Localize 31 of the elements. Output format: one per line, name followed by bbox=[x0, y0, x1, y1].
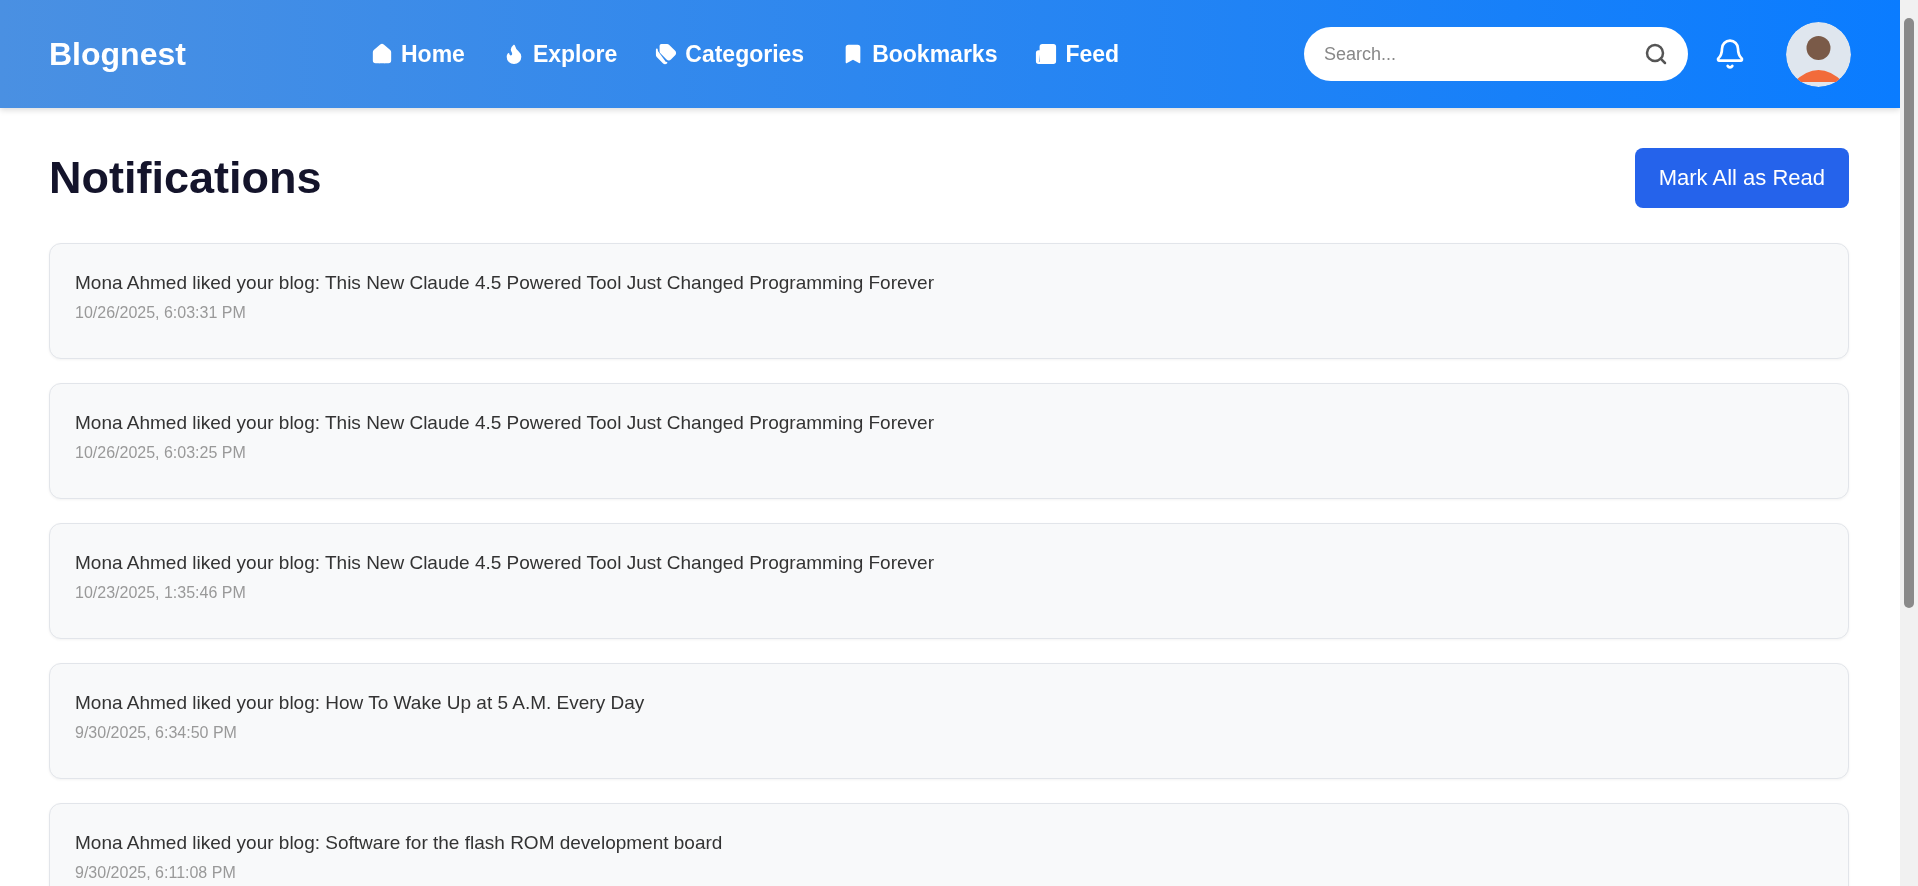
notification-card[interactable]: Mona Ahmed liked your blog: This New Claude 4.5 Powered Tool Just Changed Programming Forever 10/23/2025, 1:35:46 PM bbox=[49, 523, 1849, 639]
page-title: Notifications bbox=[49, 152, 322, 204]
notification-card[interactable]: Mona Ahmed liked your blog: This New Claude 4.5 Powered Tool Just Changed Programming Forever 10/26/2025, 6:03:25 PM bbox=[49, 383, 1849, 499]
notification-time: 9/30/2025, 6:34:50 PM bbox=[75, 724, 238, 742]
mark-all-read-button[interactable]: Mark All as Read bbox=[1634, 148, 1849, 208]
notification-card[interactable]: Mona Ahmed liked your blog: This New Claude 4.5 Powered Tool Just Changed Programming Forever 10/26/2025, 6:03:31 PM bbox=[49, 243, 1849, 359]
notification-card[interactable]: Mona Ahmed liked your blog: Software for the flash ROM development board 9/30/2025, 6:11:08 PM bbox=[49, 803, 1849, 886]
logo[interactable]: Blognest bbox=[49, 35, 371, 73]
scrollbar[interactable] bbox=[1900, 0, 1918, 886]
nav-link[interactable]: Categories bbox=[655, 40, 805, 68]
house-icon bbox=[371, 43, 393, 65]
notification-time: 9/30/2025, 6:11:08 PM bbox=[75, 864, 237, 882]
notification-message: Mona Ahmed liked your blog: This New Claude 4.5 Powered Tool Just Changed Programming Forever bbox=[75, 412, 935, 434]
notification-message: Mona Ahmed liked your blog: This New Claude 4.5 Powered Tool Just Changed Programming Forever bbox=[75, 272, 935, 294]
nav-link[interactable]: Bookmarks bbox=[842, 40, 998, 68]
nav-link[interactable]: Explore bbox=[502, 40, 618, 68]
notification-message: Mona Ahmed liked your blog: This New Claude 4.5 Powered Tool Just Changed Programming Forever bbox=[75, 552, 935, 574]
nav-link[interactable]: Home bbox=[371, 40, 465, 68]
bell-icon[interactable] bbox=[1714, 38, 1746, 70]
notification-message: Mona Ahmed liked your blog: Software for the flash ROM development board bbox=[75, 832, 724, 854]
notification-time: 10/26/2025, 6:03:31 PM bbox=[75, 304, 247, 322]
search-field[interactable]: Search... bbox=[1304, 27, 1688, 81]
nav-link[interactable]: Feed bbox=[1035, 40, 1120, 68]
notification-card[interactable]: Mona Ahmed liked your blog: How To Wake Up at 5 A.M. Every Day 9/30/2025, 6:34:50 PM bbox=[49, 663, 1849, 779]
scrollbar-thumb[interactable] bbox=[1904, 18, 1914, 608]
notification-time: 10/23/2025, 1:35:46 PM bbox=[75, 584, 247, 602]
avatar[interactable] bbox=[1786, 21, 1851, 87]
notification-message: Mona Ahmed liked your blog: How To Wake Up at 5 A.M. Every Day bbox=[75, 692, 646, 714]
notification-time: 10/26/2025, 6:03:25 PM bbox=[75, 444, 247, 462]
tags-icon bbox=[655, 43, 678, 65]
search-icon[interactable] bbox=[1644, 42, 1668, 66]
